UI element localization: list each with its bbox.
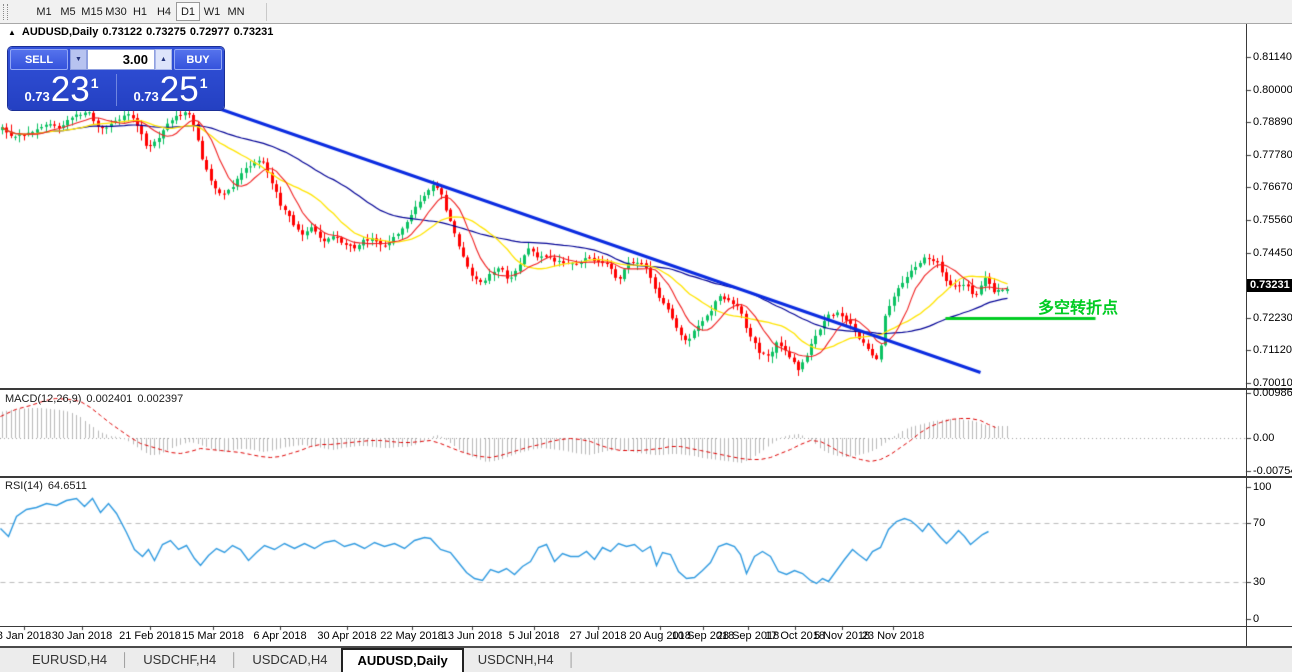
date-axis-label: 15 Mar 2018 — [182, 630, 244, 642]
price-axis-label: 0.72230 — [1253, 312, 1292, 324]
date-axis-label: 5 Jul 2018 — [509, 630, 560, 642]
current-price-tag: 0.73231 — [1247, 279, 1292, 292]
ohlc-low: 0.72977 — [190, 26, 230, 38]
price-axis-label: 0.76670 — [1253, 181, 1292, 193]
macd-name: MACD(12,26,9) — [5, 393, 81, 405]
macd-indicator-label: MACD(12,26,9) 0.002401 0.002397 — [5, 393, 188, 405]
date-axis-label: 22 May 2018 — [380, 630, 444, 642]
ohlc-open: 0.73122 — [102, 26, 142, 38]
rsi-axis-label: 100 — [1253, 481, 1271, 493]
bid-price[interactable]: 0.73 23 1 — [8, 74, 115, 108]
price-axis-label: 0.74450 — [1253, 247, 1292, 259]
toolbar-grip-handle[interactable] — [3, 4, 8, 20]
ask-price-prefix: 0.73 — [133, 89, 158, 104]
price-axis-label: 0.81140 — [1253, 51, 1292, 63]
collapse-panel-icon[interactable]: ▲ — [8, 28, 16, 37]
tab-separator: │ — [568, 648, 576, 672]
chart-tab-bar: EURUSD,H4│USDCHF,H4│USDCAD,H4AUDUSD,Dail… — [0, 646, 1292, 672]
timeframe-button-mn[interactable]: MN — [224, 2, 248, 21]
date-axis-label: 30 Jan 2018 — [52, 630, 113, 642]
timeframe-toolbar: M1M5M15M30H1H4D1W1MN — [0, 0, 1292, 24]
panel-separator-rsi[interactable] — [0, 476, 1292, 478]
one-click-trading-panel: SELL ▼ 3.00 ▲ BUY 0.73 23 1 0.73 25 1 — [8, 47, 224, 110]
chart-tab-usdcnh-h4[interactable]: USDCNH,H4 — [464, 648, 568, 672]
chart-title: ▲ AUDUSD,Daily 0.73122 0.73275 0.72977 0.7323… — [8, 26, 277, 38]
timeframe-button-m1[interactable]: M1 — [32, 2, 56, 21]
rsi-axis-label: 0 — [1253, 613, 1259, 625]
rsi-value: 64.6511 — [48, 480, 87, 492]
bid-price-prefix: 0.73 — [24, 89, 49, 104]
tab-separator: │ — [230, 648, 238, 672]
ohlc-close: 0.73231 — [234, 26, 274, 38]
timeframe-button-h4[interactable]: H4 — [152, 2, 176, 21]
date-axis-label: 21 Feb 2018 — [119, 630, 181, 642]
rsi-axis-label: 70 — [1253, 517, 1265, 529]
rsi-axis-label: 30 — [1253, 576, 1265, 588]
price-axis-label: 0.80000 — [1253, 84, 1292, 96]
price-axis-label: 0.78890 — [1253, 116, 1292, 128]
macd-value-1: 0.002401 — [86, 393, 132, 405]
chart-tab-usdcad-h4[interactable]: USDCAD,H4 — [238, 648, 341, 672]
date-axis-label: 13 Jun 2018 — [442, 630, 503, 642]
tab-separator: │ — [121, 648, 129, 672]
trading-terminal-window: M1M5M15M30H1H4D1W1MN ▲AUDUSD,Daily0.7312… — [0, 0, 1292, 672]
timeframe-button-d1[interactable]: D1 — [176, 2, 200, 21]
date-axis-label: 27 Jul 2018 — [570, 630, 627, 642]
price-axis-label: 0.71120 — [1253, 344, 1292, 356]
rsi-name: RSI(14) — [5, 480, 43, 492]
rsi-indicator-label: RSI(14) 64.6511 — [5, 480, 92, 492]
timeframe-button-m5[interactable]: M5 — [56, 2, 80, 21]
ask-price[interactable]: 0.73 25 1 — [117, 74, 224, 108]
macd-axis-label: -0.007543 — [1253, 465, 1292, 477]
ohlc-high: 0.73275 — [146, 26, 186, 38]
volume-input[interactable]: 3.00 — [87, 49, 155, 70]
volume-increase-button[interactable]: ▲ — [155, 49, 172, 70]
chart-tab-audusd-daily[interactable]: AUDUSD,Daily — [341, 648, 463, 672]
macd-value-2: 0.002397 — [137, 393, 183, 405]
date-axis-label: 23 Nov 2018 — [862, 630, 924, 642]
timeframe-button-w1[interactable]: W1 — [200, 2, 224, 21]
price-axis-label: 0.77780 — [1253, 149, 1292, 161]
timeframe-button-m15[interactable]: M15 — [80, 2, 104, 21]
chart-tab-usdchf-h4[interactable]: USDCHF,H4 — [129, 648, 230, 672]
date-axis-label: 30 Apr 2018 — [317, 630, 376, 642]
toolbar-separator — [266, 3, 267, 21]
macd-axis-label: 0.009863 — [1253, 387, 1292, 399]
date-axis-label: 6 Apr 2018 — [253, 630, 306, 642]
macd-axis-label: 0.00 — [1253, 432, 1274, 444]
bid-price-big-digits: 23 — [51, 74, 90, 106]
panel-separator-macd[interactable] — [0, 388, 1292, 390]
chart-symbol-label: AUDUSD,Daily — [22, 26, 98, 38]
timeframe-button-h1[interactable]: H1 — [128, 2, 152, 21]
date-axis-line — [0, 626, 1292, 627]
price-axis-border — [1246, 24, 1247, 646]
price-axis-label: 0.75560 — [1253, 214, 1292, 226]
chart-annotation-text: 多空转折点 — [1038, 294, 1118, 318]
volume-decrease-button[interactable]: ▼ — [70, 49, 87, 70]
bid-price-pip-digit: 1 — [91, 75, 99, 91]
chart-tab-eurusd-h4[interactable]: EURUSD,H4 — [18, 648, 121, 672]
ask-price-pip-digit: 1 — [200, 75, 208, 91]
date-axis-label: 8 Jan 2018 — [0, 630, 51, 642]
sell-button[interactable]: SELL — [10, 49, 68, 70]
ask-price-big-digits: 25 — [160, 74, 199, 106]
buy-button[interactable]: BUY — [174, 49, 222, 70]
timeframe-button-m30[interactable]: M30 — [104, 2, 128, 21]
